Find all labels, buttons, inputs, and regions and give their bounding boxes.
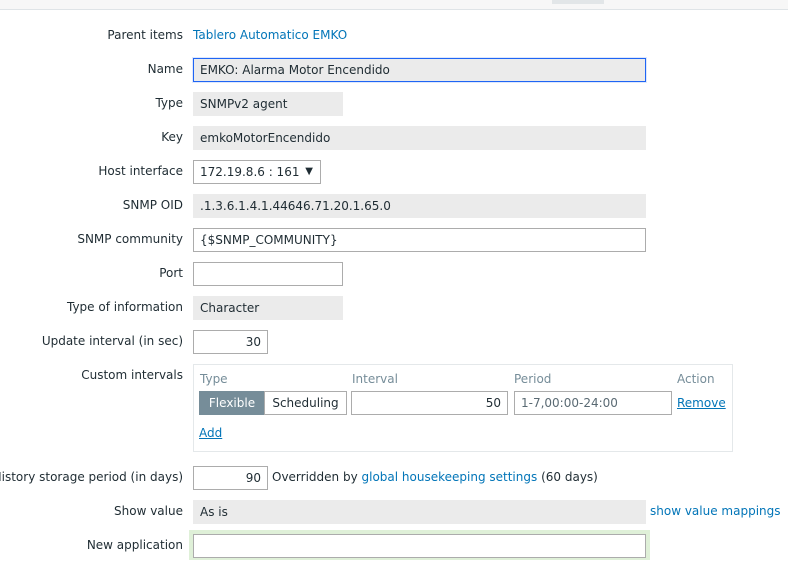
type-of-information-label: Type of information [66,300,183,314]
flexible-toggle[interactable]: Flexible [199,391,265,415]
show-value-label: Show value [114,504,183,518]
history-note-prefix: Overridden by [272,470,358,484]
top-tab-edge [552,0,604,4]
update-interval-field[interactable]: 30 [193,330,268,354]
new-application-field[interactable] [193,534,646,558]
update-interval-label: Update interval (in sec) [41,334,183,348]
col-header-interval: Interval [352,372,398,386]
name-field[interactable]: EMKO: Alarma Motor Encendido [193,58,646,82]
add-interval-link[interactable]: Add [199,426,222,440]
history-note: Overridden by global housekeeping settin… [272,470,598,484]
housekeeping-settings-link[interactable]: global housekeeping settings [362,470,538,484]
key-label: Key [161,130,183,144]
snmp-community-label: SNMP community [77,232,183,246]
type-label: Type [155,96,183,110]
dropdown-arrow-icon: ▼ [305,166,313,177]
snmp-community-field[interactable]: {$SNMP_COMMUNITY} [193,228,646,252]
type-field: SNMPv2 agent [193,92,343,116]
host-interface-label: Host interface [98,164,183,178]
port-field[interactable] [193,262,343,286]
col-header-type: Type [200,372,228,386]
history-label: History storage period (in days) [0,470,183,484]
scheduling-toggle[interactable]: Scheduling [264,391,347,415]
show-value-mappings-link[interactable]: show value mappings [650,504,781,518]
col-header-period: Period [514,372,552,386]
remove-interval-link[interactable]: Remove [677,396,726,410]
parent-item-link[interactable]: Tablero Automatico EMKO [193,28,347,42]
col-header-action: Action [677,372,715,386]
new-application-label: New application [86,538,183,552]
parent-items-label: Parent items [107,28,183,42]
port-label: Port [159,266,183,280]
type-of-information-field: Character [193,296,343,320]
show-value-field: As is [193,500,646,524]
history-field[interactable]: 90 [193,466,268,490]
top-strip [0,0,788,10]
key-field: emkoMotorEncendido [193,126,646,150]
custom-interval-field[interactable]: 50 [351,391,508,415]
custom-intervals-label: Custom intervals [81,368,183,382]
host-interface-select[interactable]: 172.19.8.6 : 161 ▼ [193,160,321,184]
snmp-oid-field: .1.3.6.1.4.1.44646.71.20.1.65.0 [193,194,646,218]
history-note-suffix: (60 days) [541,470,598,484]
snmp-oid-label: SNMP OID [122,198,183,212]
name-label: Name [147,62,183,76]
host-interface-value: 172.19.8.6 : 161 [200,165,300,179]
custom-period-field[interactable]: 1-7,00:00-24:00 [514,391,672,415]
